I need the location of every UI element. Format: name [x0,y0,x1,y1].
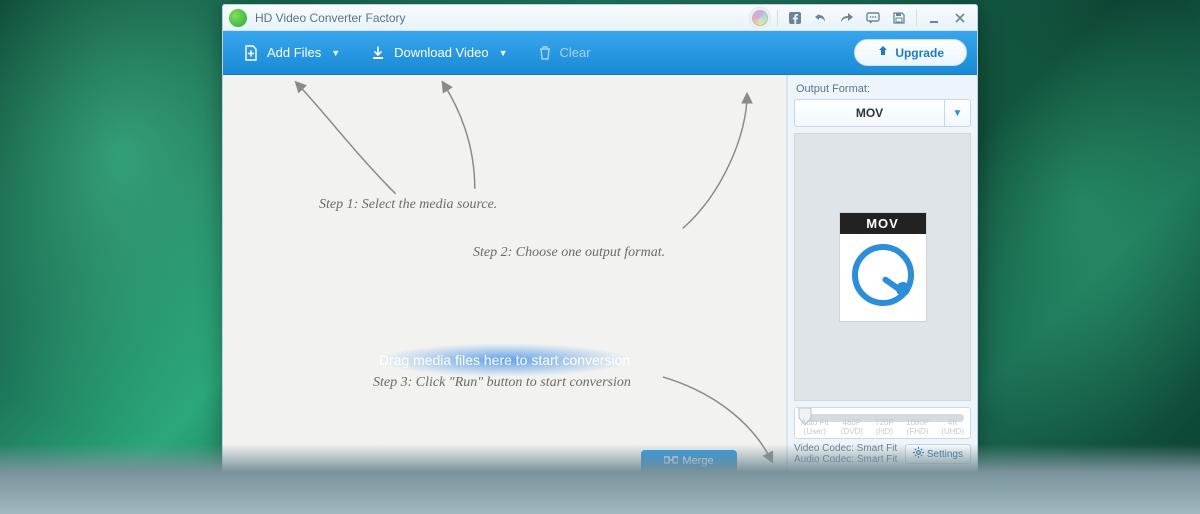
output-folder-label: Output Folder: [231,482,301,494]
drag-hint: Drag media files here to start conversio… [325,335,685,385]
titlebar-separator [777,10,778,26]
titlebar-separator [916,10,917,26]
merge-button[interactable]: Merge [641,450,737,472]
quality-tick: Auto Fit(User) [801,418,829,436]
disc-icon [749,7,771,29]
run-button[interactable]: Run [857,476,969,500]
quality-tick: 480P(DVD) [841,418,863,436]
clear-label: Clear [560,45,591,60]
open-folder-label: Open Folder [680,482,736,493]
merge-label: Merge [682,455,713,467]
download-icon [370,45,386,61]
guide-arrows [223,75,786,471]
format-tile-banner: MOV [840,213,926,234]
add-file-icon [243,45,259,61]
gear-icon [913,447,924,461]
download-video-button[interactable]: Download Video ▼ [360,41,517,65]
titlebar-actions [749,7,971,29]
share-icon[interactable] [836,8,858,28]
drag-hint-text: Drag media files here to start conversio… [379,352,630,368]
trash-icon [538,45,552,61]
settings-label: Settings [927,449,963,460]
app-title: HD Video Converter Factory [255,11,406,25]
upgrade-icon [877,45,889,60]
quality-tick: 720P(HD) [875,418,894,436]
output-format-value: MOV [795,106,944,120]
quality-slider[interactable]: Auto Fit(User) 480P(DVD) 720P(HD) 1080P(… [794,407,971,439]
quality-block: Auto Fit(User) 480P(DVD) 720P(HD) 1080P(… [794,407,971,465]
quality-ticks: Auto Fit(User) 480P(DVD) 720P(HD) 1080P(… [801,418,964,436]
add-files-label: Add Files [267,45,321,60]
dropzone[interactable]: Step 1: Select the media source. Step 2:… [223,75,787,471]
toolbar: Add Files ▼ Download Video ▼ Clear Upgra… [223,31,977,75]
folder-icon [646,479,660,497]
right-panel: Output Format: MOV ▼ MOV Auto Fi [787,75,977,471]
upgrade-label: Upgrade [895,46,944,60]
app-window: HD Video Converter Factory Add Files ▼ D… [222,4,978,504]
facebook-icon[interactable] [784,8,806,28]
undo-icon[interactable] [810,8,832,28]
format-preview[interactable]: MOV [794,133,971,401]
quicktime-icon [852,244,914,306]
clear-button[interactable]: Clear [528,41,601,65]
audio-codec-text: Audio Codec: Smart Fit [794,454,897,465]
open-folder-button[interactable]: Open Folder [669,478,747,498]
format-tile: MOV [839,212,927,322]
bottombar: Merge Output Folder: Open Folder Run [223,471,977,503]
video-codec-text: Video Codec: Smart Fit [794,443,897,454]
upgrade-button[interactable]: Upgrade [854,39,967,66]
output-format-label: Output Format: [796,83,969,95]
codec-info: Video Codec: Smart Fit Audio Codec: Smar… [794,443,897,465]
merge-icon [664,455,678,468]
feedback-icon[interactable] [862,8,884,28]
browse-folder-button[interactable] [643,479,663,497]
output-format-dropdown[interactable]: MOV ▼ [794,99,971,127]
minimize-button[interactable] [923,8,945,28]
chevron-down-icon: ▼ [944,100,970,126]
download-video-label: Download Video [394,45,488,60]
titlebar: HD Video Converter Factory [223,5,977,31]
step1-text: Step 1: Select the media source. [319,197,497,213]
add-files-button[interactable]: Add Files ▼ [233,41,350,65]
run-label: Run [899,480,926,496]
quality-tick: 1080P(FHD) [906,418,929,436]
settings-button[interactable]: Settings [905,444,971,464]
quality-tick: 4K(UHD) [941,418,964,436]
main-row: Step 1: Select the media source. Step 2:… [223,75,977,471]
output-folder-input[interactable] [307,479,637,497]
close-button[interactable] [949,8,971,28]
app-logo [229,9,247,27]
save-icon[interactable] [888,8,910,28]
step2-text: Step 2: Choose one output format. [473,245,665,261]
chevron-down-icon: ▼ [499,48,508,58]
chevron-down-icon: ▼ [331,48,340,58]
